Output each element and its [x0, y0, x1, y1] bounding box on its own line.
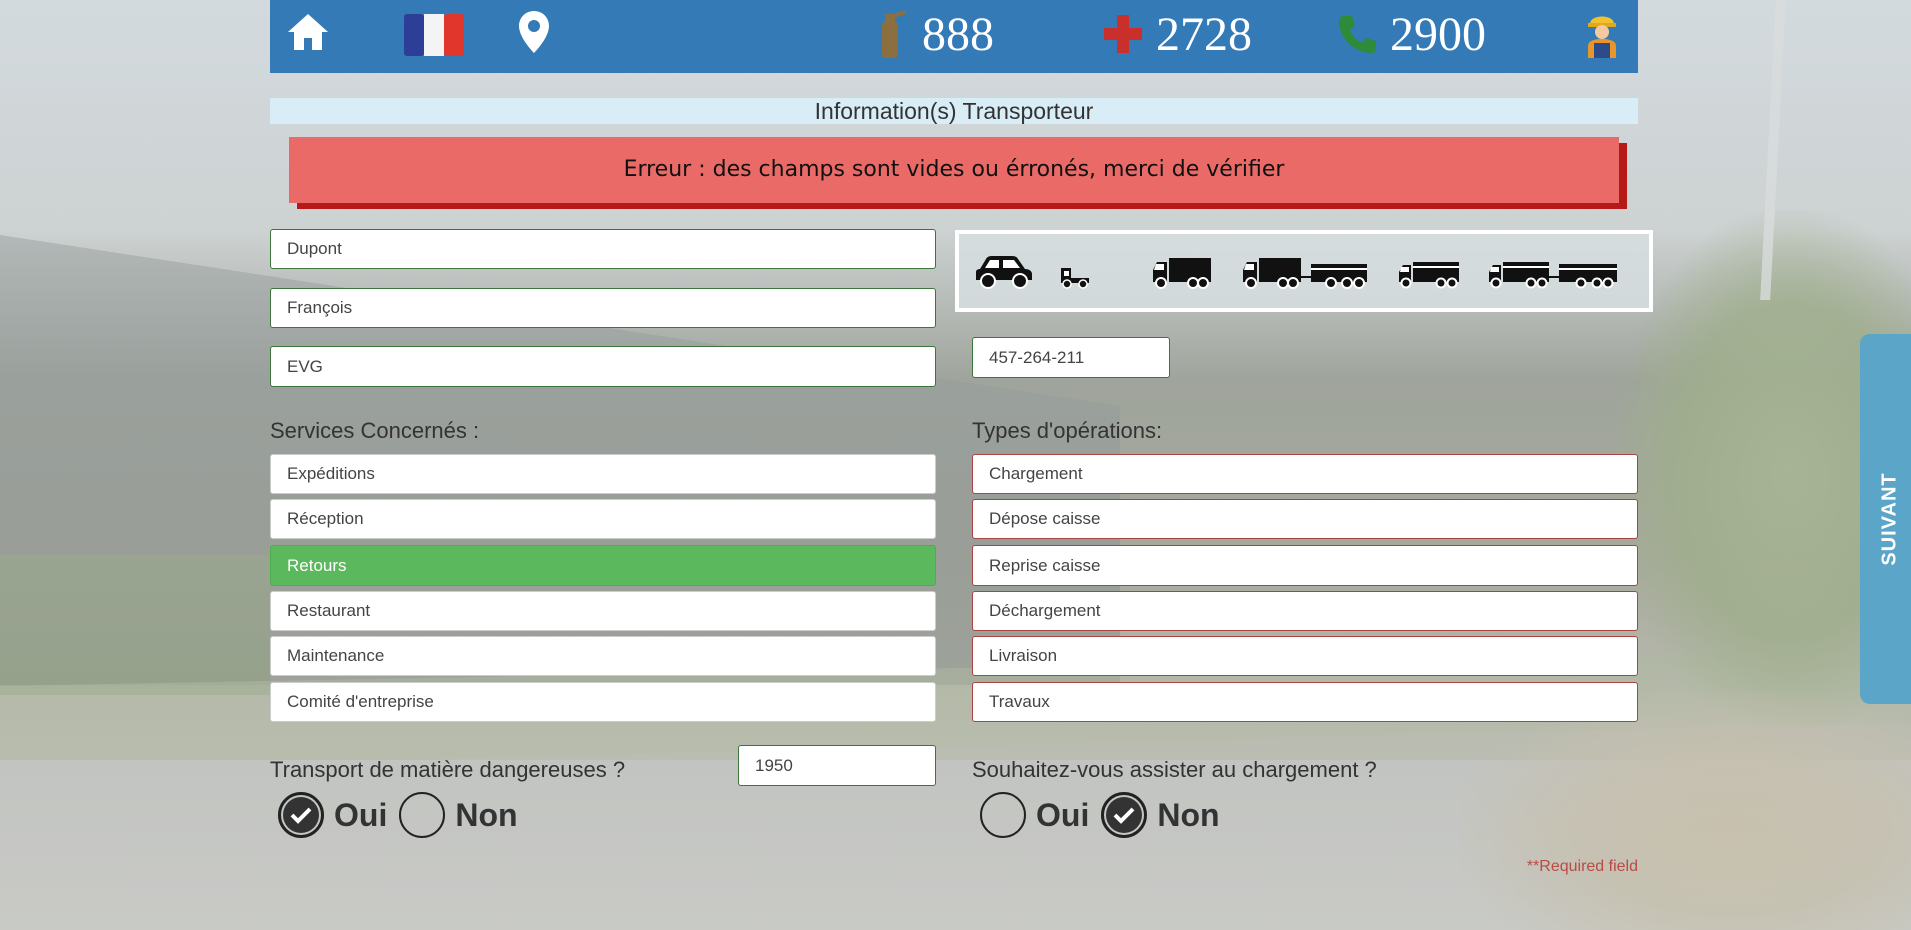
assist-non-label: Non [1157, 796, 1220, 833]
car-icon[interactable] [972, 254, 1034, 290]
dangerous-non-radio[interactable] [399, 792, 446, 838]
service-option[interactable]: Expéditions [270, 454, 936, 494]
checkmark-icon [1113, 807, 1135, 824]
next-button-label: SUIVANT [1878, 472, 1901, 566]
services-label: Services Concernés : [270, 418, 480, 443]
operation-option[interactable]: Dépose caisse [972, 499, 1638, 539]
vehicle-type-selector [955, 230, 1653, 312]
service-option-label: Restaurant [287, 601, 371, 620]
assist-loading-question: Souhaitez-vous assister au chargement ? [972, 757, 1377, 782]
background-hedge [0, 555, 270, 695]
company-field[interactable]: EVG [270, 346, 936, 387]
last-name-value: Dupont [287, 239, 342, 258]
operation-option[interactable]: Reprise caisse [972, 545, 1638, 586]
dangerous-goods-radio-group: Oui Non [278, 792, 530, 838]
operation-option-label: Travaux [989, 692, 1050, 711]
operation-option[interactable]: Déchargement [972, 591, 1638, 631]
operation-option[interactable]: Travaux [972, 682, 1638, 722]
road-train-icon[interactable] [1487, 260, 1619, 290]
dangerous-oui-label: Oui [334, 796, 388, 833]
operation-option-label: Chargement [989, 464, 1083, 483]
dangerous-oui-radio[interactable] [278, 792, 324, 838]
truck-icon[interactable] [1151, 256, 1213, 290]
phone-icon [1339, 16, 1376, 53]
required-field-note: **Required field [1526, 858, 1638, 875]
assist-oui-radio[interactable] [980, 792, 1026, 838]
service-option-selected[interactable]: Retours [270, 545, 936, 586]
french-flag-icon[interactable] [403, 12, 465, 63]
first-name-value: François [287, 298, 353, 317]
service-option[interactable]: Restaurant [270, 591, 936, 631]
operation-option-label: Dépose caisse [989, 509, 1101, 528]
operation-option-label: Reprise caisse [989, 555, 1101, 575]
dangerous-goods-question: Transport de matière dangereuses ? [270, 757, 626, 782]
service-option-label: Maintenance [287, 646, 385, 665]
checkmark-icon [290, 807, 312, 824]
license-plate-field[interactable]: 457-264-211 [972, 337, 1170, 378]
counter-fire-value: 888 [922, 7, 994, 61]
top-bar: 888 2728 2900 [270, 0, 1638, 73]
license-plate-value: 457-264-211 [989, 347, 1085, 367]
next-button[interactable]: SUIVANT [1860, 334, 1911, 704]
service-option[interactable]: Comité d'entreprise [270, 682, 936, 722]
counter-fire-extinguisher: 888 [870, 4, 994, 64]
assist-oui-label: Oui [1036, 796, 1090, 833]
service-option[interactable]: Maintenance [270, 636, 936, 676]
service-option-label: Comité d'entreprise [287, 692, 434, 711]
assist-non-radio[interactable] [1101, 792, 1148, 838]
counter-phone: 2900 [1336, 4, 1486, 64]
error-alert: Erreur : des champs sont vides ou érroné… [289, 137, 1619, 203]
location-pin-icon[interactable] [518, 10, 550, 59]
counter-first-aid-value: 2728 [1156, 7, 1252, 61]
truck-trailer-icon[interactable] [1241, 256, 1369, 290]
home-icon[interactable] [286, 12, 330, 57]
background-flowers [1460, 690, 1911, 930]
service-option-label: Réception [287, 509, 364, 528]
assist-loading-radio-group: Oui Non [980, 792, 1232, 838]
operation-option[interactable]: Livraison [972, 636, 1638, 676]
last-name-field[interactable]: Dupont [270, 229, 936, 269]
un-code-value: 1950 [755, 755, 793, 775]
operations-label: Types d'opérations: [972, 418, 1163, 443]
counter-first-aid: 2728 [1102, 4, 1252, 64]
service-option-label: Expéditions [287, 464, 375, 483]
first-name-field[interactable]: François [270, 288, 936, 328]
red-cross-icon [1104, 15, 1142, 53]
tractor-icon[interactable] [1059, 264, 1091, 290]
fire-extinguisher-icon [882, 10, 906, 58]
operation-option-label: Livraison [989, 646, 1058, 665]
dangerous-non-label: Non [455, 796, 518, 833]
counter-phone-value: 2900 [1390, 7, 1486, 61]
operation-option[interactable]: Chargement [972, 454, 1638, 494]
page-title: Information(s) Transporteur [270, 98, 1638, 124]
service-option-label: Retours [287, 555, 347, 575]
service-option[interactable]: Réception [270, 499, 936, 539]
worker-avatar-icon[interactable] [1582, 8, 1622, 65]
semi-truck-icon[interactable] [1397, 260, 1461, 290]
un-code-field[interactable]: 1950 [738, 745, 936, 786]
operation-option-label: Déchargement [989, 601, 1101, 620]
company-value: EVG [287, 356, 323, 376]
